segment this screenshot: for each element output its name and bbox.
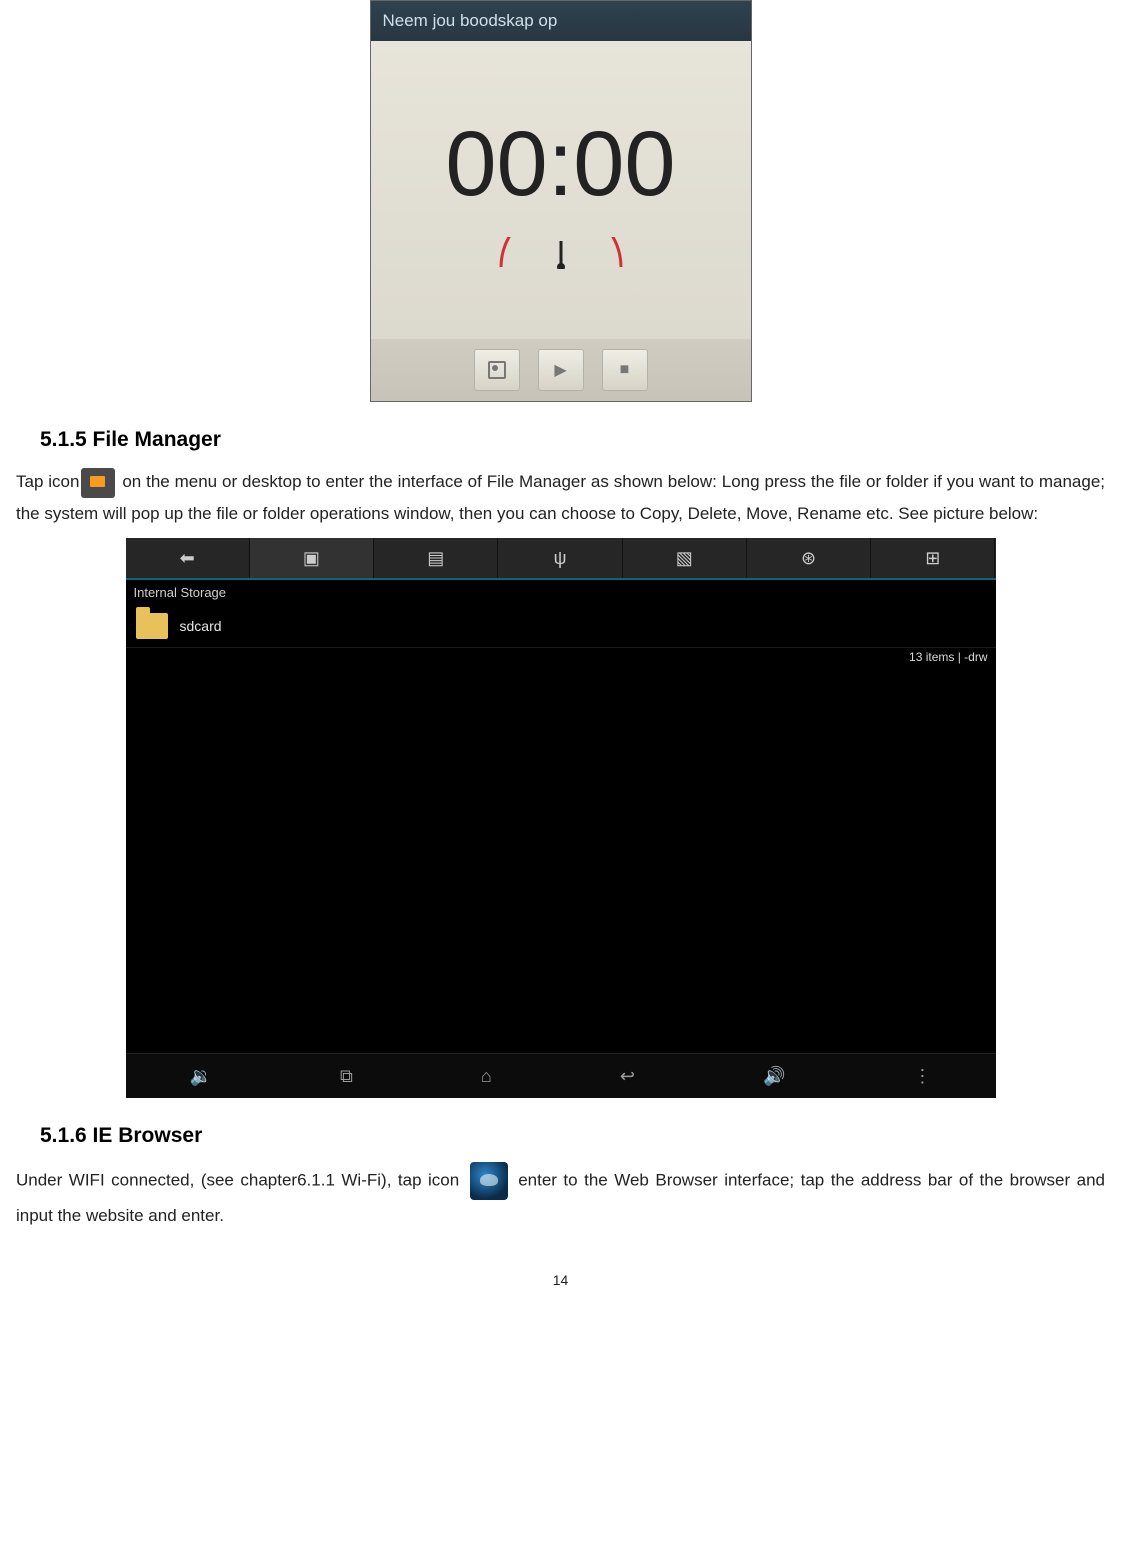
fm-folder-meta: 13 items | -drw <box>126 648 996 666</box>
fm-tab-sd[interactable]: ▤ <box>374 538 498 578</box>
recorder-controls: ▶ ■ <box>371 339 751 401</box>
file-manager-paragraph: Tap icon on the menu or desktop to enter… <box>16 466 1105 530</box>
stop-button[interactable]: ■ <box>602 349 648 391</box>
menu-icon[interactable]: ⋮ <box>913 1066 931 1087</box>
record-icon <box>488 361 506 379</box>
fm-tab-usb[interactable]: ψ <box>498 538 622 578</box>
record-button[interactable] <box>474 349 520 391</box>
fm-tab-tools[interactable]: ⊞ <box>871 538 995 578</box>
fm-tab-video[interactable]: ⊛ <box>747 538 871 578</box>
back-icon[interactable]: ↩ <box>620 1066 635 1087</box>
usb-icon: ψ <box>554 548 567 569</box>
home-icon[interactable]: ⌂ <box>481 1066 492 1087</box>
browser-para-before: Under WIFI connected, (see chapter6.1.1 … <box>16 1170 466 1189</box>
fm-tab-bar: ⬅ ▣ ▤ ψ ▧ ⊛ ⊞ <box>126 538 996 580</box>
vol-down-icon[interactable]: 🔉 <box>190 1066 212 1087</box>
play-icon: ▶ <box>554 360 566 380</box>
fm-tab-images[interactable]: ▧ <box>623 538 747 578</box>
recorder-app-screenshot: Neem jou boodskap op 00:00 ▶ ■ <box>370 0 752 402</box>
vol-up-icon[interactable]: 🔊 <box>763 1066 785 1087</box>
browser-app-icon <box>470 1162 508 1200</box>
fm-para-before: Tap icon <box>16 472 79 491</box>
page-number: 14 <box>16 1272 1105 1288</box>
tools-icon: ⊞ <box>925 548 940 569</box>
file-manager-screenshot: ⬅ ▣ ▤ ψ ▧ ⊛ ⊞ Internal Storage sdcard 13… <box>126 538 996 1098</box>
fm-empty-area <box>126 666 996 1053</box>
fm-breadcrumb: Internal Storage <box>126 580 996 605</box>
fm-folder-label: sdcard <box>180 618 222 634</box>
storage-icon: ▣ <box>303 548 320 569</box>
section-heading-file-manager: 5.1.5 File Manager <box>40 428 1105 452</box>
fm-tab-back[interactable]: ⬅ <box>126 538 250 578</box>
section-heading-browser: 5.1.6 IE Browser <box>40 1124 1105 1148</box>
recorder-time-display: 00:00 <box>445 112 675 217</box>
fm-folder-row[interactable]: sdcard <box>126 605 996 648</box>
sd-card-icon: ▤ <box>427 548 444 569</box>
video-icon: ⊛ <box>801 548 816 569</box>
recent-apps-icon[interactable]: ⧉ <box>340 1066 353 1087</box>
back-arrow-icon: ⬅ <box>180 548 195 569</box>
fm-tab-storage[interactable]: ▣ <box>250 538 374 578</box>
fm-para-after: on the menu or desktop to enter the inte… <box>16 472 1105 523</box>
recorder-body: 00:00 <box>371 41 751 339</box>
browser-paragraph: Under WIFI connected, (see chapter6.1.1 … <box>16 1162 1105 1232</box>
image-icon: ▧ <box>676 548 693 569</box>
play-button[interactable]: ▶ <box>538 349 584 391</box>
file-manager-app-icon <box>81 468 115 498</box>
recorder-header-title: Neem jou boodskap op <box>383 11 558 30</box>
gauge-meter <box>481 237 641 269</box>
folder-icon <box>136 613 168 639</box>
stop-icon: ■ <box>620 361 630 379</box>
android-nav-bar: 🔉 ⧉ ⌂ ↩ 🔊 ⋮ <box>126 1053 996 1098</box>
recorder-header: Neem jou boodskap op <box>371 1 751 41</box>
